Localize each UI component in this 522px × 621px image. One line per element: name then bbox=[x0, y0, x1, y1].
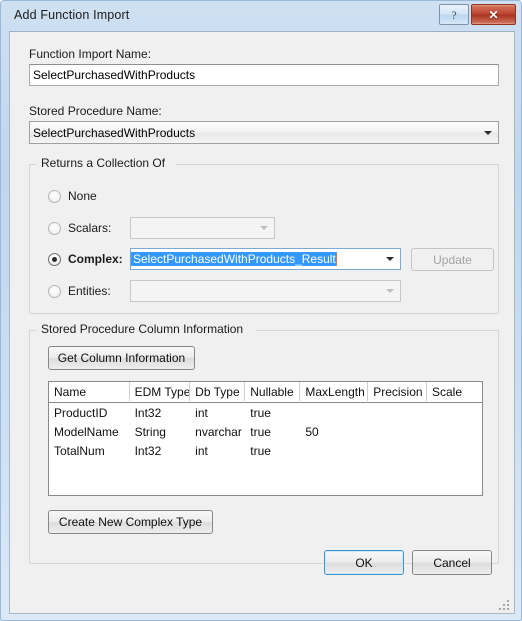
stored-procedure-name-combobox[interactable]: SelectPurchasedWithProducts bbox=[29, 121, 499, 144]
radio-label-scalars: Scalars: bbox=[68, 221, 112, 235]
chevron-down-icon-scalars bbox=[257, 226, 271, 230]
radio-icon-complex[interactable] bbox=[48, 252, 61, 266]
table-cell: int bbox=[195, 443, 208, 458]
stored-procedure-name-label: Stored Procedure Name: bbox=[29, 104, 162, 118]
function-import-name-label: Function Import Name: bbox=[29, 47, 152, 61]
table-cell: true bbox=[250, 443, 271, 458]
chevron-down-icon[interactable] bbox=[481, 130, 495, 135]
ok-button[interactable]: OK bbox=[324, 550, 404, 575]
create-new-complex-type-button[interactable]: Create New Complex Type bbox=[48, 510, 213, 534]
table-column-header[interactable]: Nullable bbox=[245, 382, 301, 401]
table-cell bbox=[427, 441, 482, 460]
returns-collection-groupbox: Returns a Collection Of None Scalars: Co… bbox=[29, 156, 499, 314]
title-bar[interactable]: Add Function Import ? ✕ bbox=[1, 1, 521, 31]
radio-icon-scalars[interactable] bbox=[48, 221, 61, 235]
returns-collection-title: Returns a Collection Of bbox=[38, 156, 169, 170]
radio-none[interactable]: None bbox=[48, 189, 97, 203]
chevron-down-icon-complex[interactable] bbox=[383, 257, 397, 261]
radio-icon-none[interactable] bbox=[48, 189, 61, 203]
table-cell: true bbox=[250, 405, 271, 420]
table-cell: Int32 bbox=[134, 443, 162, 458]
radio-entities[interactable]: Entities: bbox=[48, 284, 111, 298]
table-column-header[interactable]: Db Type bbox=[190, 382, 246, 401]
table-row[interactable]: ModelName String nvarchar true 50 bbox=[49, 422, 482, 441]
close-icon-button[interactable]: ✕ bbox=[471, 4, 516, 25]
table-cell: Int32 bbox=[134, 405, 162, 420]
entities-combobox bbox=[130, 280, 401, 302]
complex-combobox-value: SelectPurchasedWithProducts_Result bbox=[131, 251, 337, 267]
column-information-table[interactable]: Name EDM Type Db Type Nullable MaxLength Prec… bbox=[48, 381, 483, 496]
table-row[interactable]: TotalNum Int32 int true bbox=[49, 441, 482, 460]
radio-label-none: None bbox=[68, 189, 97, 203]
radio-label-complex: Complex: bbox=[68, 252, 123, 266]
table-cell: ModelName bbox=[54, 424, 119, 439]
scalars-combobox bbox=[130, 217, 275, 239]
window-title: Add Function Import bbox=[14, 8, 130, 22]
dialog-client-area: Function Import Name: SelectPurchasedWit… bbox=[9, 31, 515, 614]
table-body: ProductID Int32 int true ModelName String nvar… bbox=[49, 403, 482, 460]
radio-complex[interactable]: Complex: bbox=[48, 252, 123, 266]
table-row[interactable]: ProductID Int32 int true bbox=[49, 403, 482, 422]
table-column-header[interactable]: MaxLength bbox=[300, 382, 369, 401]
table-cell bbox=[368, 422, 427, 441]
update-button[interactable]: Update bbox=[411, 248, 494, 271]
radio-label-entities: Entities: bbox=[68, 284, 111, 298]
table-column-header[interactable]: Precision bbox=[368, 382, 427, 401]
table-column-header[interactable]: Name bbox=[49, 382, 130, 401]
resize-grip-icon[interactable] bbox=[499, 598, 511, 610]
stored-procedure-name-value: SelectPurchasedWithProducts bbox=[33, 125, 196, 140]
table-cell: String bbox=[134, 424, 166, 439]
table-cell bbox=[368, 403, 427, 422]
complex-combobox[interactable]: SelectPurchasedWithProducts_Result bbox=[130, 248, 401, 270]
table-header-row: Name EDM Type Db Type Nullable MaxLength Prec… bbox=[49, 382, 482, 403]
table-cell: ProductID bbox=[54, 405, 108, 420]
get-column-information-button[interactable]: Get Column Information bbox=[48, 346, 195, 370]
table-column-header[interactable]: EDM Type bbox=[130, 382, 191, 401]
chevron-down-icon-entities bbox=[383, 289, 397, 293]
caption-button-group: ? ✕ bbox=[439, 4, 516, 25]
cancel-button[interactable]: Cancel bbox=[412, 550, 492, 575]
table-cell: nvarchar bbox=[195, 424, 242, 439]
table-cell: true bbox=[250, 424, 271, 439]
complex-combobox-value-wrap: SelectPurchasedWithProducts_Result bbox=[131, 251, 383, 267]
table-cell bbox=[300, 403, 368, 422]
function-import-name-input[interactable]: SelectPurchasedWithProducts bbox=[29, 64, 499, 86]
table-cell bbox=[368, 441, 427, 460]
table-cell bbox=[427, 422, 482, 441]
radio-icon-entities[interactable] bbox=[48, 284, 61, 298]
column-information-title: Stored Procedure Column Information bbox=[38, 322, 247, 336]
column-information-groupbox: Stored Procedure Column Information Get … bbox=[29, 322, 499, 564]
table-cell: 50 bbox=[305, 424, 319, 439]
table-column-header[interactable]: Scale bbox=[427, 382, 482, 401]
table-cell: int bbox=[195, 405, 208, 420]
help-icon-button[interactable]: ? bbox=[439, 4, 469, 25]
radio-scalars[interactable]: Scalars: bbox=[48, 221, 111, 235]
table-cell bbox=[300, 441, 368, 460]
table-cell: TotalNum bbox=[54, 443, 105, 458]
table-cell bbox=[427, 403, 482, 422]
dialog-window: Add Function Import ? ✕ Function Import … bbox=[0, 0, 522, 621]
